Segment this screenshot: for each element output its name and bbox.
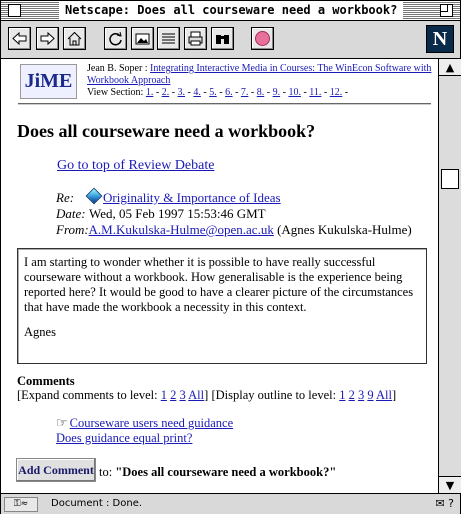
display-level-links: 1 2 3 9 All (339, 388, 392, 402)
author-label: Jean B. Soper : (87, 63, 148, 74)
thread-link-2[interactable]: Does guidance equal print? (56, 431, 192, 445)
re-label: Re: (56, 190, 75, 205)
date-value: Wed, 05 Feb 1997 15:53:46 GMT (89, 206, 266, 221)
images-icon (135, 33, 150, 45)
from-email-link[interactable]: A.M.Kukulska-Hulme@open.ac.uk (89, 222, 274, 237)
print-button[interactable] (184, 27, 207, 50)
images-button[interactable] (131, 27, 154, 50)
expand-level-links: 1 2 3 All (161, 388, 204, 402)
arrow-right-icon (40, 31, 55, 46)
display-level-9[interactable]: 9 (367, 388, 373, 402)
comment-level-controls: [Expand comments to level: 1 2 3 All] [D… (17, 388, 397, 402)
home-button[interactable] (63, 27, 86, 50)
date-label: Date: (56, 206, 86, 221)
zoom-box[interactable] (440, 4, 453, 17)
header-text: Jean B. Soper : Integrating Interactive … (87, 63, 437, 99)
expand-label: [Expand comments to level: (17, 388, 158, 402)
stop-icon (255, 31, 270, 46)
divider (18, 103, 431, 105)
to-title: "Does all courseware need a workbook?" (115, 465, 337, 479)
section-link-7[interactable]: 7. (241, 87, 249, 98)
comment-thread: ☞ Courseware users need guidance Does gui… (56, 415, 233, 446)
find-button[interactable] (211, 27, 234, 50)
section-links: 1. - 2. - 3. - 4. - 5. - 6. - 7. - 8. - … (145, 87, 349, 98)
status-text: Document : Done. (51, 498, 143, 509)
message-meta: Re: Originality & Importance of Ideas Dat… (56, 187, 412, 238)
display-level-2[interactable]: 2 (349, 388, 355, 402)
expand-level-1[interactable]: 1 (161, 388, 167, 402)
window-title: Netscape: Does all courseware need a wor… (59, 2, 404, 19)
open-button[interactable] (157, 27, 180, 50)
message-signature: Agnes (24, 325, 56, 339)
from-label: From: (56, 222, 89, 237)
scroll-thumb[interactable] (441, 169, 459, 189)
arrow-left-icon (12, 31, 27, 46)
expand-level-3[interactable]: 3 (179, 388, 185, 402)
section-link-10[interactable]: 10. (288, 87, 301, 98)
reload-button[interactable] (104, 27, 127, 50)
expand-level-all[interactable]: All (188, 388, 204, 402)
status-bar: ⚿≈ Document : Done. ✉ ? (1, 493, 460, 514)
section-link-5[interactable]: 5. (209, 87, 217, 98)
title-bar[interactable]: Netscape: Does all courseware need a wor… (1, 1, 460, 21)
to-label: to: (99, 465, 113, 479)
add-comment-target: to: "Does all courseware need a workbook… (99, 465, 336, 480)
message-body: I am starting to wonder whether it is po… (24, 255, 414, 314)
display-level-1[interactable]: 1 (339, 388, 345, 402)
view-section-label: View Section: (87, 87, 144, 98)
jime-logo[interactable]: JiME (20, 64, 77, 99)
home-icon (67, 31, 82, 46)
scroll-down-icon[interactable]: ▼ (439, 476, 461, 493)
thread-link-1[interactable]: Courseware users need guidance (70, 416, 233, 430)
section-link-9[interactable]: 9. (273, 87, 281, 98)
comments-title: Comments (17, 374, 75, 388)
section-link-3[interactable]: 3. (178, 87, 186, 98)
display-level-all[interactable]: All (376, 388, 392, 402)
back-button[interactable] (8, 27, 31, 50)
stop-button[interactable] (251, 27, 274, 50)
security-key-icon[interactable]: ⚿≈ (4, 497, 38, 512)
add-comment-button[interactable]: Add Comment (16, 458, 96, 482)
print-icon (188, 31, 203, 46)
pointing-hand-icon: ☞ (56, 415, 68, 430)
close-box[interactable] (8, 4, 21, 17)
display-level-3[interactable]: 3 (358, 388, 364, 402)
section-link-8[interactable]: 8. (257, 87, 265, 98)
netscape-logo[interactable]: N (426, 25, 454, 53)
toolbar: N (1, 21, 460, 59)
open-icon (162, 33, 175, 44)
find-icon (216, 35, 229, 44)
vertical-scrollbar[interactable]: ▲ ▼ (438, 59, 461, 493)
section-link-12[interactable]: 12. (330, 87, 343, 98)
page-content: JiME Jean B. Soper : Integrating Interac… (1, 59, 438, 493)
message-box: I am starting to wonder whether it is po… (17, 248, 427, 364)
section-link-4[interactable]: 4. (193, 87, 201, 98)
scroll-up-icon[interactable]: ▲ (439, 59, 461, 76)
display-label: [Display outline to level: (211, 388, 337, 402)
from-name: (Agnes Kukulska-Hulme) (277, 222, 412, 237)
section-link-6[interactable]: 6. (225, 87, 233, 98)
gem-icon (85, 187, 103, 205)
section-link-1[interactable]: 1. (146, 87, 154, 98)
expand-level-2[interactable]: 2 (170, 388, 176, 402)
forward-button[interactable] (36, 27, 59, 50)
section-link-11[interactable]: 11. (309, 87, 321, 98)
goto-top-link[interactable]: Go to top of Review Debate (57, 158, 214, 174)
page-title: Does all courseware need a workbook? (17, 121, 316, 141)
section-link-2[interactable]: 2. (162, 87, 170, 98)
reload-icon (109, 31, 122, 46)
browser-window: Netscape: Does all courseware need a wor… (0, 0, 461, 514)
mail-icon[interactable]: ✉ ? (435, 497, 454, 510)
re-link[interactable]: Originality & Importance of Ideas (103, 190, 281, 205)
